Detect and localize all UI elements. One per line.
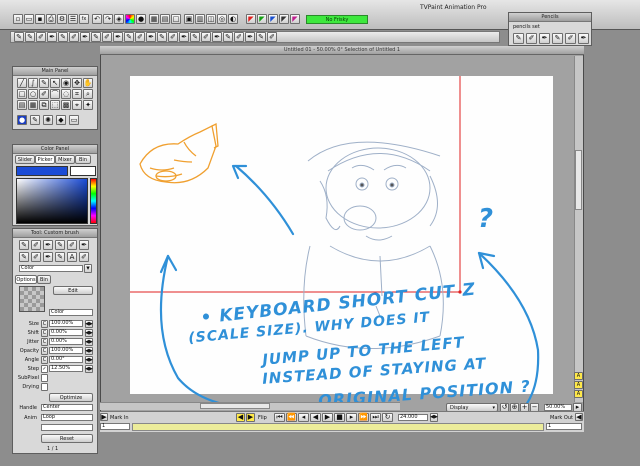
frame-start-field[interactable]: 1 — [100, 423, 130, 430]
play-back-icon[interactable]: ◀ — [310, 413, 321, 422]
hscroll-thumb[interactable] — [200, 403, 270, 409]
mark-in-label[interactable]: Mark In — [110, 415, 129, 421]
display-dropdown-icon: ▾ — [492, 404, 495, 411]
last-frame-icon[interactable]: ⏭ — [370, 413, 381, 422]
annotation-question-mark: ? — [478, 204, 495, 234]
stop-icon[interactable]: ■ — [334, 413, 345, 422]
loop-icon[interactable]: ↻ — [382, 413, 393, 422]
fps-value[interactable]: 24.000 — [398, 414, 428, 421]
next-frame-icon[interactable]: ▸ — [346, 413, 357, 422]
fps-arrow-icon[interactable]: ◀▶ — [430, 413, 438, 422]
flip-prev-icon[interactable]: ◀ — [236, 413, 245, 422]
flip-label[interactable]: Flip — [258, 415, 267, 421]
display-label: Display — [450, 404, 469, 411]
mark-out-icon[interactable]: ◀ — [575, 413, 583, 421]
prev-frame-icon[interactable]: ◂ — [298, 413, 309, 422]
timeline-track[interactable] — [132, 423, 544, 431]
first-frame-icon[interactable]: ⏮ — [274, 413, 285, 422]
frame-end-field[interactable]: 1 — [546, 423, 582, 430]
flip-next-icon[interactable]: ▶ — [246, 413, 255, 422]
mark-out-label[interactable]: Mark Out — [550, 415, 573, 421]
play-icon[interactable]: ▶ — [322, 413, 333, 422]
fast-forward-icon[interactable]: ⏩ — [358, 413, 369, 422]
rewind-icon[interactable]: ⏪ — [286, 413, 297, 422]
zoom-value[interactable]: 50.00% — [544, 404, 572, 411]
mark-in-icon[interactable]: ▶ — [100, 413, 108, 421]
